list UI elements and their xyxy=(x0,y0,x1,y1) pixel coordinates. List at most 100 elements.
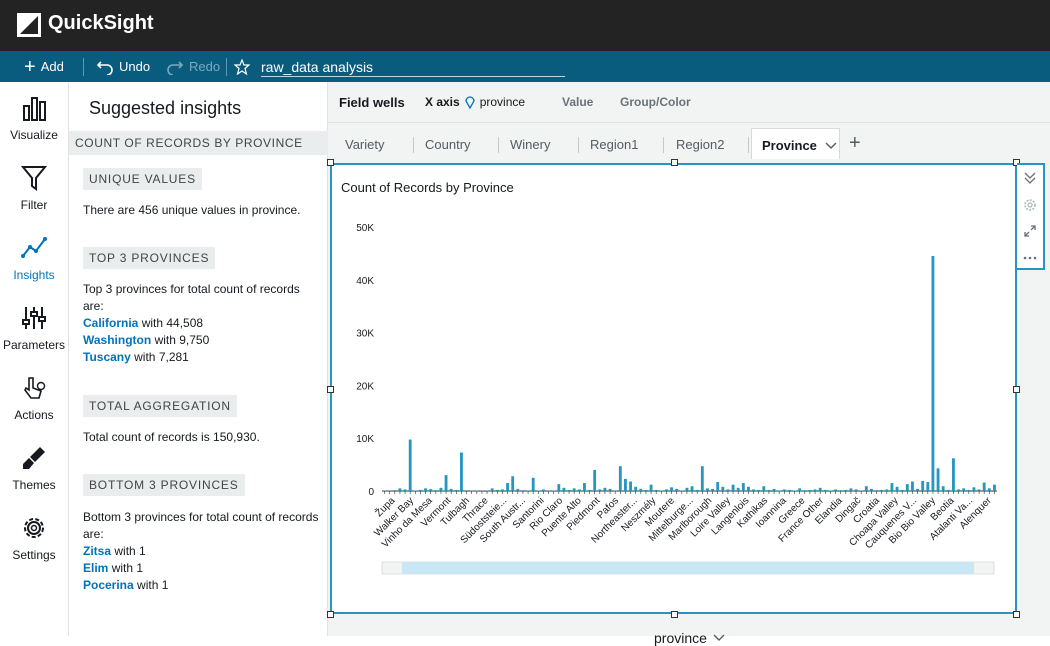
resize-handle[interactable] xyxy=(671,159,678,166)
chevron-down-icon xyxy=(825,142,837,150)
gear-icon xyxy=(20,514,48,542)
field-wells-label[interactable]: Field wells xyxy=(339,95,405,110)
x-axis-title: province xyxy=(654,630,707,646)
bar xyxy=(721,487,724,491)
nav-parameters[interactable]: Parameters xyxy=(0,292,68,362)
insight-link[interactable]: Tuscany xyxy=(83,350,131,364)
bar xyxy=(691,486,694,491)
insights-icon xyxy=(20,234,48,262)
favorite-button[interactable] xyxy=(234,51,250,82)
y-tick-label: 30K xyxy=(356,329,374,340)
group-color-well[interactable]: Group/Color xyxy=(620,95,691,109)
nav-settings-label: Settings xyxy=(12,548,55,562)
resize-handle[interactable] xyxy=(1013,386,1020,393)
insight-link[interactable]: Zitsa xyxy=(83,544,111,558)
bar xyxy=(506,483,509,491)
bar xyxy=(983,483,986,491)
resize-handle[interactable] xyxy=(327,159,334,166)
nav-settings[interactable]: Settings xyxy=(0,502,68,572)
value-well[interactable]: Value xyxy=(562,95,593,109)
bar xyxy=(814,489,817,491)
bar xyxy=(870,489,873,491)
collapse-icon[interactable] xyxy=(1023,171,1037,185)
expand-icon[interactable] xyxy=(1023,224,1037,238)
nav-actions-label: Actions xyxy=(14,408,53,422)
bar xyxy=(850,488,853,491)
nav-visualize[interactable]: Visualize xyxy=(0,82,68,152)
unique-values-heading: UNIQUE VALUES xyxy=(83,168,202,190)
tab-country[interactable]: Country xyxy=(415,128,497,159)
insight-link[interactable]: Washington xyxy=(83,333,151,347)
y-tick-label: 20K xyxy=(356,381,374,392)
resize-handle[interactable] xyxy=(671,611,678,618)
top3-heading: TOP 3 PROVINCES xyxy=(83,247,215,269)
bar xyxy=(675,489,678,491)
bottom3-text: Bottom 3 provinces for total count of re… xyxy=(83,509,319,594)
unique-values-text: There are 456 unique values in province. xyxy=(83,202,319,219)
visual-menu xyxy=(1017,163,1045,270)
toolbar: + Add Undo Redo raw_data analysis xyxy=(0,51,1050,82)
gear-icon[interactable] xyxy=(1023,198,1037,212)
xaxis-label: X axis xyxy=(425,95,460,109)
bar xyxy=(865,486,868,491)
bar xyxy=(527,490,530,491)
tab-winery[interactable]: Winery xyxy=(500,128,578,159)
bar xyxy=(742,483,745,491)
bar xyxy=(752,489,755,491)
brush-icon xyxy=(20,444,48,472)
nav-filter[interactable]: Filter xyxy=(0,152,68,222)
bar xyxy=(778,490,781,491)
bar xyxy=(942,486,945,491)
bar xyxy=(665,489,668,491)
bar-chart-visual[interactable]: Count of Records by Province 010K20K30K4… xyxy=(330,163,1017,614)
bar xyxy=(885,489,888,491)
bar xyxy=(619,466,622,491)
tab-region1[interactable]: Region1 xyxy=(580,128,663,159)
bar xyxy=(537,490,540,491)
insight-value: with 1 xyxy=(137,578,168,592)
xaxis-well[interactable]: X axis province xyxy=(425,95,525,109)
more-options-icon[interactable] xyxy=(1023,251,1037,265)
analysis-name-input[interactable]: raw_data analysis xyxy=(261,57,565,77)
insight-link[interactable]: Pocerina xyxy=(83,578,134,592)
toolbar-divider xyxy=(83,58,84,76)
tab-divider xyxy=(663,137,664,153)
add-tab-button[interactable]: + xyxy=(849,133,861,153)
tab-variety[interactable]: Variety xyxy=(335,128,413,159)
redo-button[interactable]: Redo xyxy=(166,51,220,82)
insight-link[interactable]: California xyxy=(83,316,138,330)
bar xyxy=(737,488,740,491)
insight-link[interactable]: Elim xyxy=(83,561,108,575)
panel-subtitle: COUNT OF RECORDS BY PROVINCE xyxy=(69,131,328,155)
add-button[interactable]: + Add xyxy=(24,51,64,82)
total-aggregation-text: Total count of records is 150,930. xyxy=(83,429,319,446)
nav-themes[interactable]: Themes xyxy=(0,432,68,502)
resize-handle[interactable] xyxy=(327,611,334,618)
resize-handle[interactable] xyxy=(327,386,334,393)
nav-actions[interactable]: Actions xyxy=(0,362,68,432)
bar xyxy=(757,490,760,491)
bar xyxy=(957,489,960,491)
x-axis-field-selector[interactable]: province xyxy=(654,630,725,646)
bar xyxy=(532,478,535,491)
bar xyxy=(875,490,878,491)
bar xyxy=(393,490,396,491)
list-item: Elim with 1 xyxy=(83,560,319,577)
bar xyxy=(727,489,730,491)
insight-value: with 1 xyxy=(114,544,145,558)
app-header: QuickSight xyxy=(0,0,1050,51)
filter-icon xyxy=(20,164,48,192)
resize-handle[interactable] xyxy=(1013,611,1020,618)
field-wells: Field wells X axis province Value Group/… xyxy=(328,82,1050,123)
bar xyxy=(839,490,842,491)
panel-title: Suggested insights xyxy=(89,98,241,119)
undo-button[interactable]: Undo xyxy=(96,51,150,82)
nav-insights[interactable]: Insights xyxy=(0,222,68,292)
tab-province[interactable]: Province xyxy=(751,128,840,159)
bar xyxy=(650,485,653,491)
list-item: Washington with 9,750 xyxy=(83,332,319,349)
bar xyxy=(732,485,735,491)
tab-divider xyxy=(748,137,749,153)
insights-panel: Suggested insights COUNT OF RECORDS BY P… xyxy=(69,82,328,636)
tab-region2[interactable]: Region2 xyxy=(666,128,748,159)
